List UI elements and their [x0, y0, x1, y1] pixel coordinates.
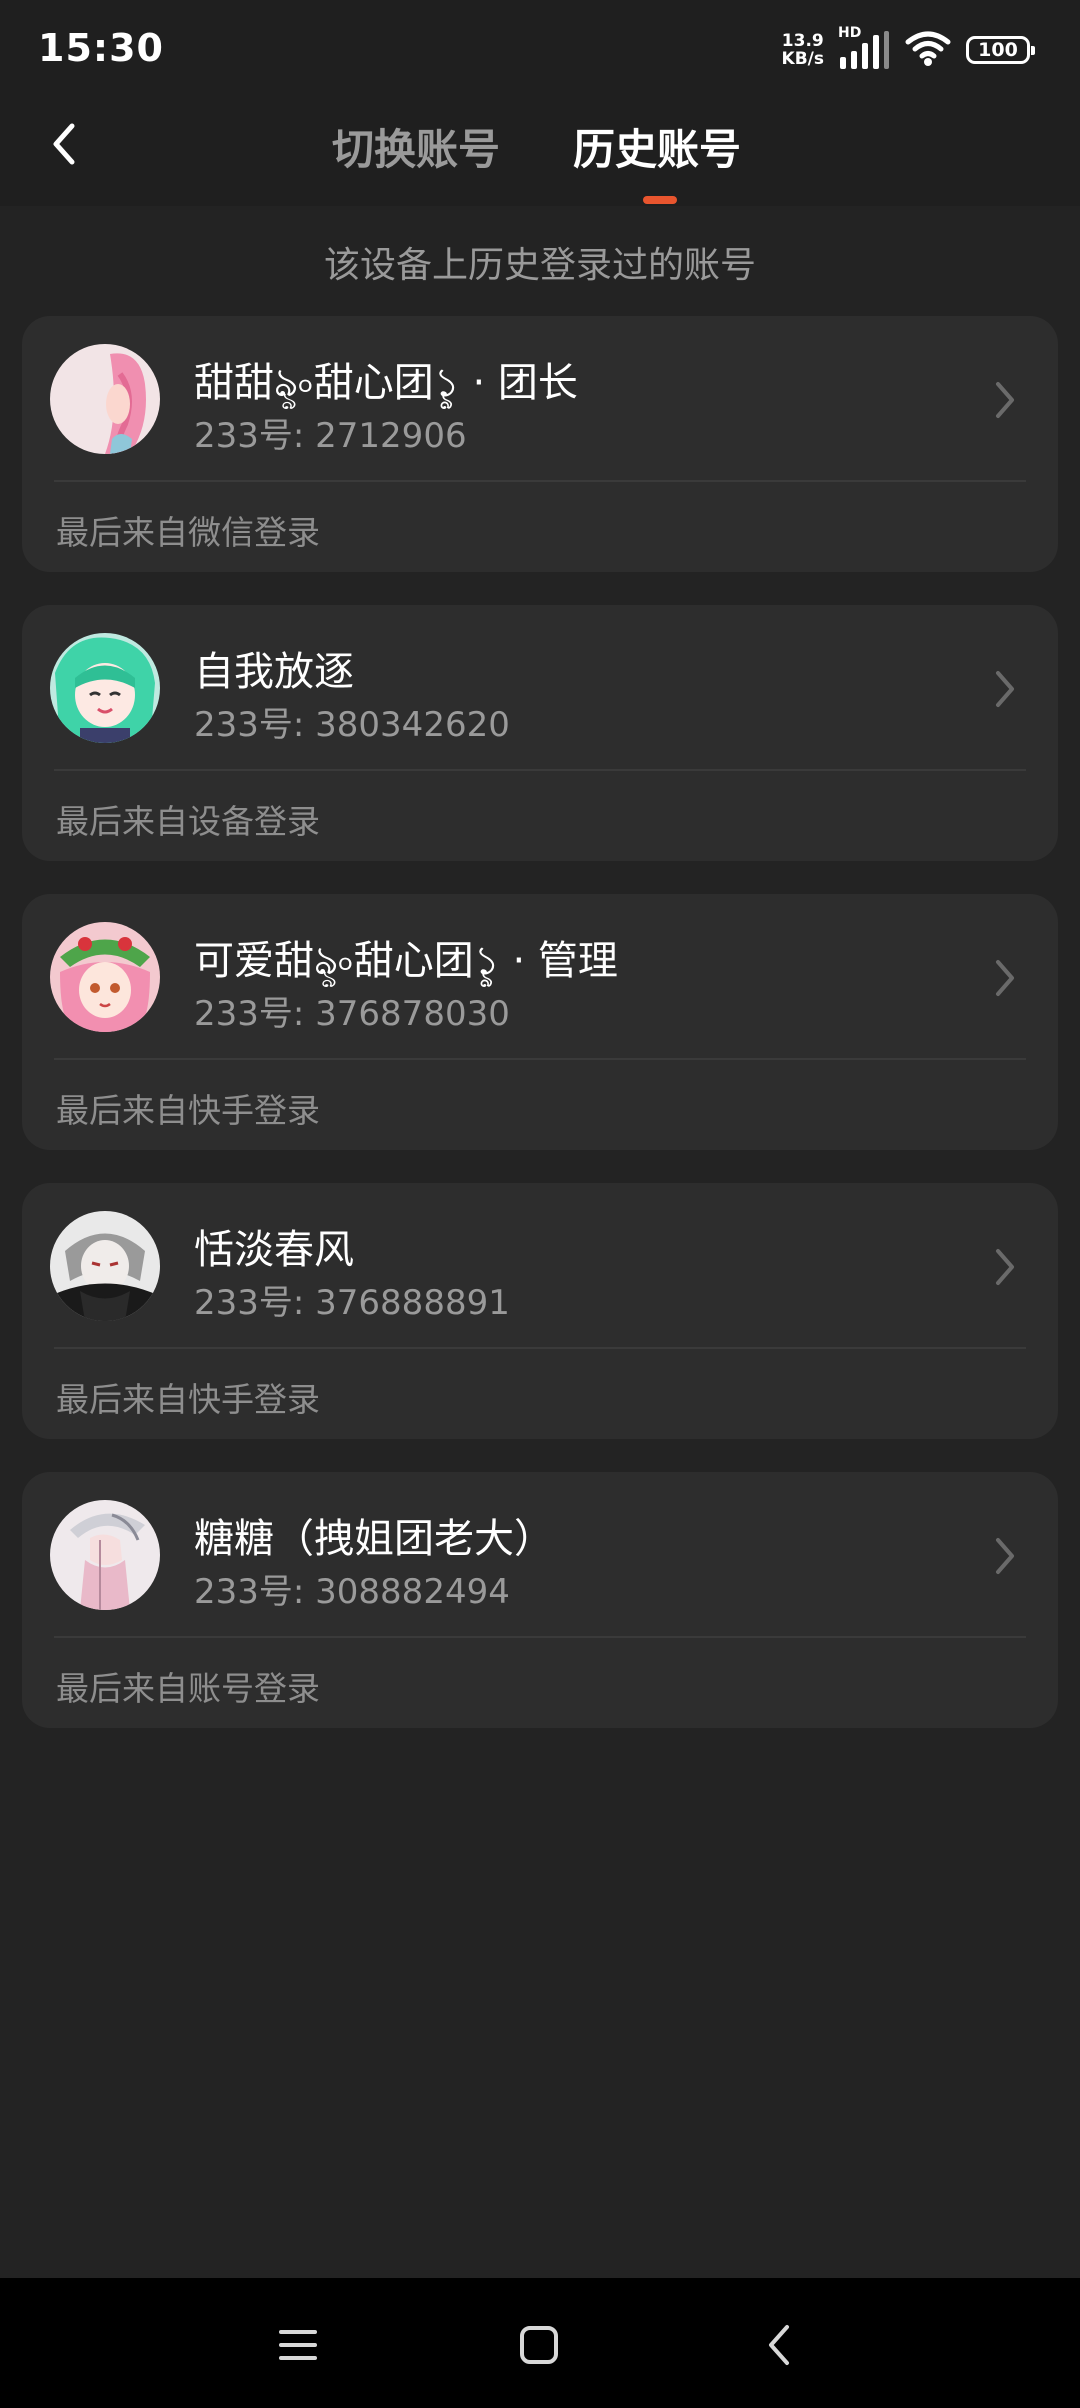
network-speed-unit: KB/s — [781, 49, 824, 69]
chevron-right-icon — [996, 1249, 1014, 1285]
account-card[interactable]: 自我放逐 233号: 380342620 最后来自设备登录 — [22, 605, 1058, 861]
back-button[interactable] — [36, 116, 92, 172]
status-bar: 15:30 13.9 KB/s HD 100 — [0, 0, 1080, 96]
account-id: 233号: 376878030 — [194, 994, 510, 1034]
header: 切换账号 历史账号 — [0, 96, 1080, 206]
avatar — [50, 344, 160, 454]
signal-icon: HD — [838, 25, 890, 71]
login-source: 最后来自微信登录 — [56, 513, 320, 552]
login-source: 最后来自账号登录 — [56, 1669, 320, 1708]
account-id: 233号: 2712906 — [194, 416, 467, 456]
account-name: 恬淡春风 — [194, 1227, 354, 1273]
tab-active-indicator — [643, 196, 677, 204]
chevron-left-icon — [53, 123, 75, 165]
account-id: 233号: 308882494 — [194, 1572, 510, 1612]
login-source: 最后来自快手登录 — [56, 1380, 320, 1419]
chevron-right-icon — [996, 382, 1014, 418]
home-icon — [520, 2326, 558, 2364]
network-speed: 13.9 KB/s — [782, 32, 824, 68]
divider — [54, 1347, 1026, 1349]
wifi-icon — [904, 28, 952, 72]
login-source: 最后来自快手登录 — [56, 1091, 320, 1130]
login-source: 最后来自设备登录 — [56, 802, 320, 841]
hd-label: HD — [838, 25, 862, 41]
battery-icon: 100 — [966, 36, 1035, 64]
account-id: 233号: 376888891 — [194, 1283, 510, 1323]
divider — [54, 480, 1026, 482]
status-icons: 13.9 KB/s HD 100 — [782, 25, 1035, 72]
account-card[interactable]: 恬淡春风 233号: 376888891 最后来自快手登录 — [22, 1183, 1058, 1439]
account-card[interactable]: 可爱甜ৡ৹甜心团১ৢ · 管理 233号: 376878030 最后来自快手登录 — [22, 894, 1058, 1150]
battery-level: 100 — [978, 39, 1018, 61]
chevron-right-icon — [996, 960, 1014, 996]
network-speed-value: 13.9 — [781, 31, 824, 51]
tab-history-account[interactable]: 历史账号 — [573, 116, 741, 177]
avatar — [50, 633, 160, 743]
chevron-right-icon — [996, 1538, 1014, 1574]
account-name: 自我放逐 — [194, 649, 354, 695]
avatar — [50, 1500, 160, 1610]
system-nav-bar — [0, 2278, 1080, 2408]
avatar — [50, 1211, 160, 1321]
divider — [54, 1636, 1026, 1638]
status-time: 15:30 — [38, 26, 164, 70]
menu-icon — [279, 2330, 317, 2360]
section-subtitle: 该设备上历史登录过的账号 — [323, 245, 756, 286]
account-name: 糖糖（拽姐团老大） — [194, 1516, 554, 1562]
account-card[interactable]: 甜甜ৡ৹甜心团১ৢ · 团长 233号: 2712906 最后来自微信登录 — [22, 316, 1058, 572]
avatar — [50, 922, 160, 1032]
account-card[interactable]: 糖糖（拽姐团老大） 233号: 308882494 最后来自账号登录 — [22, 1472, 1058, 1728]
account-list: 甜甜ৡ৹甜心团১ৢ · 团长 233号: 2712906 最后来自微信登录 自我… — [22, 316, 1058, 1761]
chevron-right-icon — [996, 671, 1014, 707]
account-id: 233号: 380342620 — [194, 705, 510, 745]
back-icon — [769, 2325, 789, 2365]
tab-switch-account[interactable]: 切换账号 — [332, 116, 500, 177]
divider — [54, 769, 1026, 771]
home-button[interactable] — [512, 2318, 566, 2372]
menu-button[interactable] — [271, 2318, 325, 2372]
system-back-button[interactable] — [753, 2318, 807, 2372]
divider — [54, 1058, 1026, 1060]
